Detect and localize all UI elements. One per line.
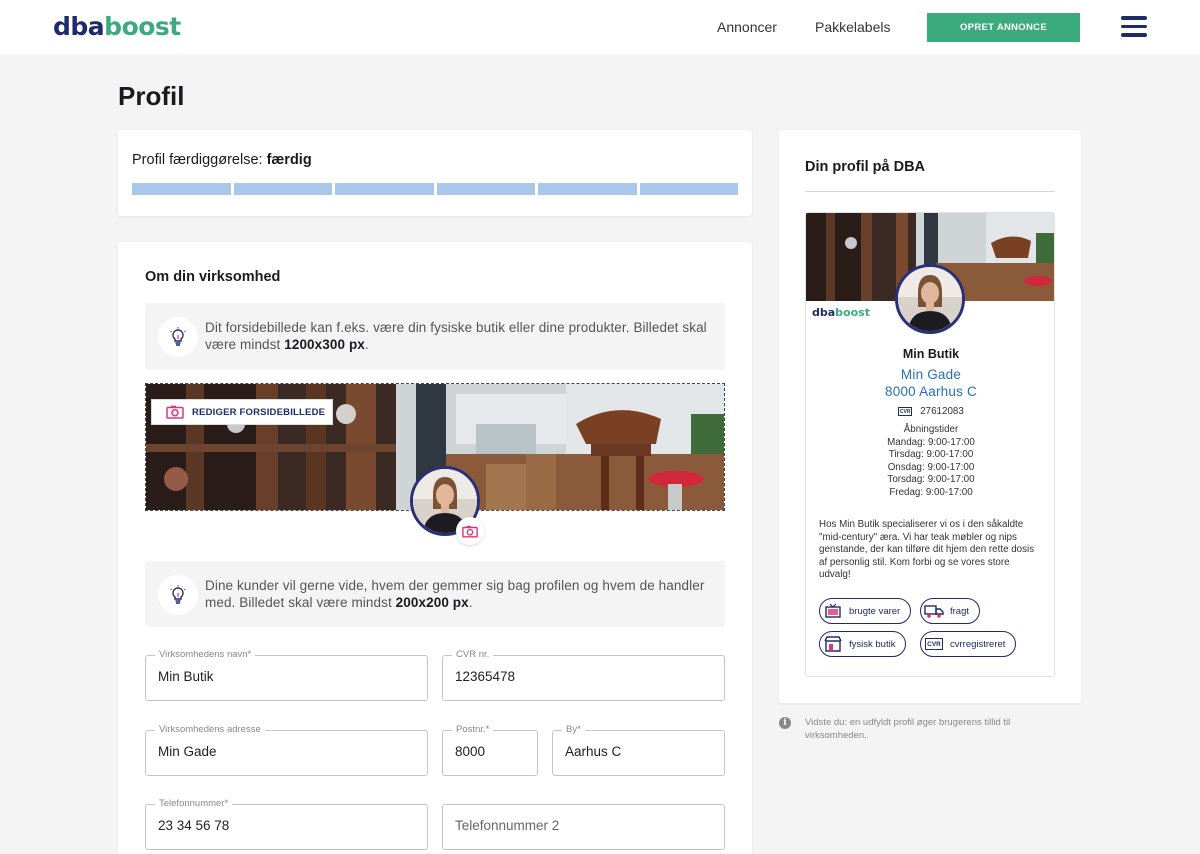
phone-field: Telefonnummer*	[145, 798, 428, 850]
page-title: Profil	[118, 81, 185, 111]
top-navbar: dbaboost Annoncer Pakkelabels OPRET ANNO…	[0, 0, 1200, 54]
dbaboost-logo[interactable]: dbaboost	[53, 13, 181, 41]
preview-opening-hours: Åbningstider Mandag: 9:00-17:00 Tirsdag:…	[887, 424, 975, 498]
completion-label: Profil færdiggørelse: færdig	[132, 152, 312, 168]
lightbulb-icon	[158, 575, 198, 615]
tv-icon	[823, 601, 843, 621]
phone2-input[interactable]	[455, 818, 712, 833]
progress-segment	[639, 183, 738, 195]
nav-annoncer-link[interactable]: Annoncer	[717, 19, 777, 35]
cvr-input[interactable]	[455, 669, 712, 684]
avatar-camera-icon[interactable]	[456, 517, 484, 545]
progress-segment	[233, 183, 332, 195]
phone-input[interactable]	[158, 818, 415, 833]
cover-tip: Dit forsidebillede kan f.eks. være din f…	[145, 303, 725, 370]
camera-icon	[166, 405, 184, 419]
preview-dbaboost-logo: dbaboost	[812, 306, 870, 319]
preview-description: Hos Min Butik specialiserer vi os i den …	[819, 519, 1035, 580]
nav-pakkelabels-link[interactable]: Pakkelabels	[815, 19, 891, 35]
progress-segment	[132, 183, 231, 195]
dba-profile-preview-card: Din profil på DBA dbaboost Min Butik Min…	[779, 130, 1081, 703]
cvr-field: CVR nr.	[442, 649, 725, 701]
preview-business-name: Min Butik	[902, 347, 960, 361]
lightbulb-icon	[158, 317, 198, 357]
tag-shipping: fragt	[920, 598, 981, 624]
preview-street: Min Gade	[900, 367, 962, 382]
address-input[interactable]	[158, 744, 415, 759]
business-name-input[interactable]	[158, 669, 415, 684]
preview-avatar	[895, 264, 965, 334]
section-title: Om din virksomhed	[145, 269, 281, 285]
progress-segment	[335, 183, 434, 195]
hamburger-icon[interactable]	[1121, 16, 1147, 37]
completion-progress-bar	[132, 183, 738, 195]
progress-segment	[538, 183, 637, 195]
phone2-field	[442, 804, 725, 850]
avatar-tip: Dine kunder vil gerne vide, hvem der gem…	[145, 561, 725, 627]
tag-used-goods: brugte varer	[819, 598, 912, 624]
info-icon: i	[779, 717, 791, 729]
progress-segment	[436, 183, 535, 195]
city-input[interactable]	[565, 744, 712, 759]
profile-preview: dbaboost Min Butik Min Gade 8000 Aarhus …	[805, 212, 1055, 677]
business-name-field: Virksomhedens navn*	[145, 649, 428, 701]
business-info-card: Om din virksomhed Dit forsidebillede kan…	[118, 242, 752, 854]
postal-input[interactable]	[455, 744, 525, 759]
tag-cvr-registered: CVR cvrregistreret	[920, 631, 1017, 657]
create-listing-button[interactable]: OPRET ANNONCE	[927, 13, 1080, 42]
tag-physical-store: fysisk butik	[819, 631, 907, 657]
cvr-badge-icon: CVR	[898, 407, 913, 416]
address-field: Virksomhedens adresse	[145, 724, 428, 776]
preview-city: 8000 Aarhus C	[885, 384, 977, 399]
cvr-icon: CVR	[924, 634, 944, 654]
truck-icon	[924, 601, 944, 621]
preview-title: Din profil på DBA	[805, 159, 926, 175]
edit-cover-button[interactable]: REDIGER FORSIDEBILLEDE	[151, 399, 333, 425]
preview-cvr: CVR 27612083	[898, 406, 964, 417]
store-icon	[823, 634, 843, 654]
profile-completion-card: Profil færdiggørelse: færdig	[118, 130, 752, 216]
divider	[805, 191, 1055, 192]
postal-field: Postnr.*	[442, 724, 538, 776]
completion-status: færdig	[266, 152, 312, 168]
city-field: By*	[552, 724, 725, 776]
